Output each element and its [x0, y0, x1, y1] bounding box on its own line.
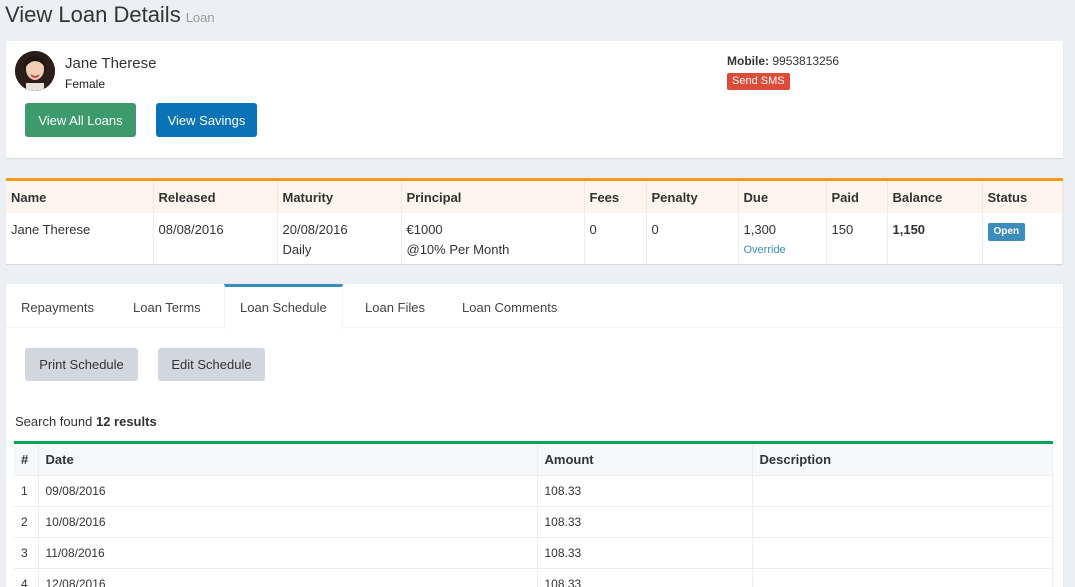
row-index: 1 [14, 474, 39, 506]
mobile-info: Mobile: 9953813256 [727, 54, 839, 68]
row-amount: 108.33 [537, 567, 753, 587]
status-badge: Open [987, 223, 1026, 241]
tab-loan-files[interactable]: Loan Files [350, 284, 440, 328]
edit-schedule-button[interactable]: Edit Schedule [158, 348, 265, 381]
row-date: 12/08/2016 [38, 567, 538, 587]
loan-due-cell: 1,300 Override [738, 213, 827, 264]
override-link[interactable]: Override [744, 240, 821, 260]
row-amount: 108.33 [537, 474, 753, 506]
col-index: # [14, 444, 39, 475]
loan-principal-cell: €1000 @10% Per Month [401, 213, 585, 264]
col-maturity: Maturity [277, 181, 402, 213]
loan-fees: 0 [584, 213, 647, 264]
send-sms-button[interactable]: Send SMS [727, 73, 790, 90]
col-due: Due [738, 181, 827, 213]
search-count: 12 results [95, 414, 157, 429]
table-row: 4 12/08/2016 108.33 [14, 567, 1053, 587]
avatar [15, 51, 55, 91]
row-amount: 108.33 [537, 505, 753, 537]
loan-principal: €1000 [406, 222, 443, 237]
row-date: 09/08/2016 [38, 474, 538, 506]
schedule-header-row: # Date Amount Description [14, 444, 1053, 475]
tab-repayments[interactable]: Repayments [6, 284, 109, 328]
page-title: View Loan Details [5, 2, 181, 27]
client-gender: Female [65, 77, 106, 91]
row-index: 4 [14, 567, 39, 587]
loan-balance: 1,150 [887, 213, 983, 264]
row-description [752, 536, 1053, 568]
col-description: Description [752, 444, 1053, 475]
loan-interest: @10% Per Month [406, 242, 510, 257]
page-header: View Loan Details Loan [5, 0, 215, 32]
col-released: Released [153, 181, 278, 213]
row-amount: 108.33 [537, 536, 753, 568]
table-row: 3 11/08/2016 108.33 [14, 536, 1053, 568]
loan-frequency: Daily [282, 242, 312, 257]
col-fees: Fees [584, 181, 647, 213]
loan-paid: 150 [826, 213, 888, 264]
loan-penalty: 0 [646, 213, 739, 264]
col-penalty: Penalty [646, 181, 739, 213]
row-date: 10/08/2016 [38, 505, 538, 537]
search-results-text: Search found 12 results [15, 414, 157, 429]
loan-maturity-cell: 20/08/2016 Daily [277, 213, 402, 264]
client-profile-box: Jane Therese Female View All Loans View … [6, 41, 1063, 158]
row-description [752, 474, 1053, 506]
col-paid: Paid [826, 181, 888, 213]
table-row: 2 10/08/2016 108.33 [14, 505, 1053, 537]
row-description [752, 505, 1053, 537]
col-date: Date [38, 444, 538, 475]
schedule-table: # Date Amount Description 1 09/08/2016 1… [14, 444, 1053, 587]
loan-table-header-row: Name Released Maturity Principal Fees Pe… [6, 181, 1063, 213]
tab-loan-terms[interactable]: Loan Terms [118, 284, 216, 328]
col-amount: Amount [537, 444, 753, 475]
tab-bar: Repayments Loan Terms Loan Schedule Loan… [6, 284, 1063, 329]
col-status: Status [982, 181, 1063, 213]
print-schedule-button[interactable]: Print Schedule [25, 348, 138, 381]
col-balance: Balance [887, 181, 983, 213]
view-savings-button[interactable]: View Savings [156, 103, 257, 137]
loan-summary-table: Name Released Maturity Principal Fees Pe… [6, 181, 1063, 264]
client-name: Jane Therese [65, 55, 157, 72]
table-row: 1 09/08/2016 108.33 [14, 474, 1053, 506]
row-date: 11/08/2016 [38, 536, 538, 568]
loan-status-cell: Open [982, 213, 1063, 264]
loan-due: 1,300 [743, 222, 777, 237]
loan-summary-box: Name Released Maturity Principal Fees Pe… [6, 178, 1063, 264]
loan-maturity: 20/08/2016 [282, 222, 348, 237]
mobile-number: 9953813256 [772, 54, 840, 68]
loan-name: Jane Therese [6, 213, 154, 264]
col-principal: Principal [401, 181, 585, 213]
search-prefix: Search found [15, 414, 93, 429]
loan-released: 08/08/2016 [153, 213, 278, 264]
row-description [752, 567, 1053, 587]
loan-row: Jane Therese 08/08/2016 20/08/2016 Daily… [6, 213, 1063, 264]
view-all-loans-button[interactable]: View All Loans [25, 103, 136, 137]
mobile-label: Mobile: [727, 54, 769, 68]
schedule-table-box: # Date Amount Description 1 09/08/2016 1… [14, 441, 1053, 587]
row-index: 2 [14, 505, 39, 537]
col-name: Name [6, 181, 154, 213]
row-index: 3 [14, 536, 39, 568]
loan-tabs-box: Repayments Loan Terms Loan Schedule Loan… [6, 284, 1063, 587]
tab-loan-schedule[interactable]: Loan Schedule [224, 284, 343, 329]
tab-loan-comments[interactable]: Loan Comments [447, 284, 572, 328]
page-subtitle: Loan [185, 10, 215, 25]
